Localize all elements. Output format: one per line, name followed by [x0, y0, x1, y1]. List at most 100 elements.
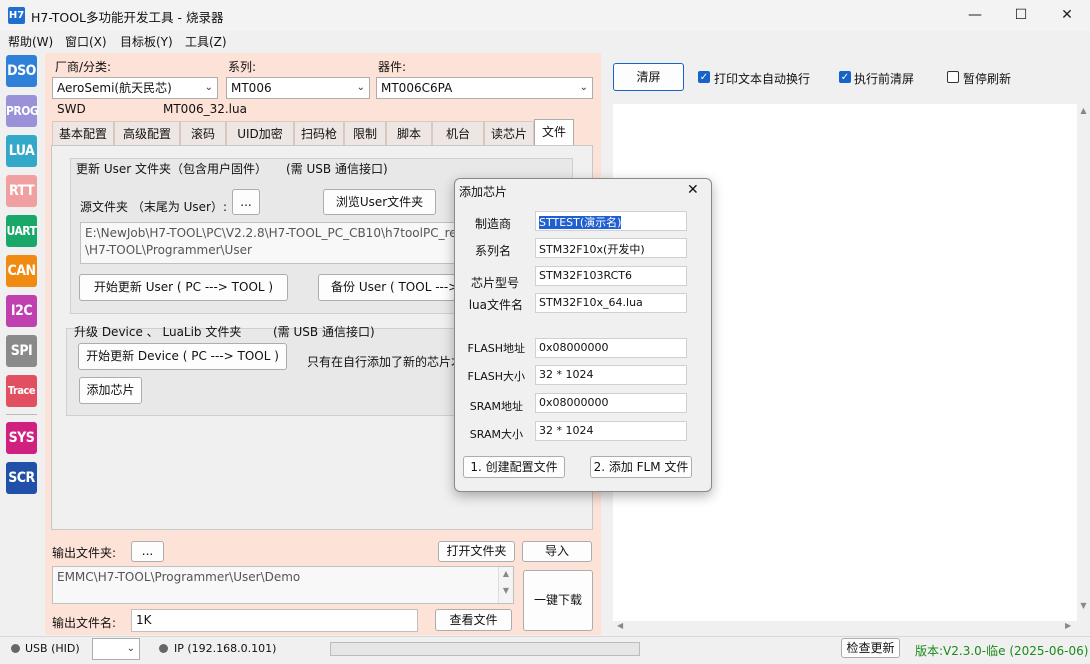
auto-wrap-label: 打印文本自动换行 [714, 72, 811, 86]
import-button[interactable]: 导入 [522, 541, 592, 562]
start-update-user-button[interactable]: 开始更新 User ( PC ---> TOOL ) [79, 274, 288, 301]
dialog-sram-address-label: SRAM地址 [469, 400, 523, 413]
dialog-flash-size-input[interactable]: 32 * 1024 [535, 365, 687, 385]
device-select-value: MT006C6PA [381, 81, 453, 95]
sidebar-dso-button[interactable]: DSO [6, 55, 37, 87]
update-user-group-title: 更新 User 文件夹（包含用户固件） [76, 162, 267, 176]
sidebar-divider [6, 414, 37, 415]
log-horizontal-scrollbar[interactable]: ◀ ▶ [613, 621, 1077, 633]
tab-read-chip[interactable]: 读芯片 [484, 121, 534, 145]
sidebar-scr-button[interactable]: SCR [6, 462, 37, 494]
chevron-down-icon: ⌄ [126, 643, 135, 654]
sidebar-sys-button[interactable]: SYS [6, 422, 37, 454]
tab-rolling-code[interactable]: 滚码 [180, 121, 226, 145]
add-chip-button[interactable]: 添加芯片 [79, 377, 142, 404]
output-folder-path-text: EMMC\H7-TOOL\Programmer\User\Demo [57, 570, 301, 584]
vendor-select[interactable]: AeroSemi(航天民芯) ⌄ [52, 77, 218, 99]
series-select-value: MT006 [231, 81, 272, 95]
device-label: 器件: [378, 60, 407, 74]
sidebar-spi-button[interactable]: SPI [6, 335, 37, 367]
auto-wrap-checkbox[interactable]: ✓ [698, 71, 710, 83]
usb-status-label: USB (HID) [25, 642, 80, 655]
sidebar-i2c-button[interactable]: I2C [6, 295, 37, 327]
series-select[interactable]: MT006 ⌄ [226, 77, 370, 99]
menu-tools[interactable]: 工具(Z) [185, 33, 227, 50]
dialog-sram-address-input[interactable]: 0x08000000 [535, 393, 687, 413]
dialog-vendor-label: 制造商 [474, 217, 511, 231]
dialog-vendor-input-text: STTEST(演示名) [539, 216, 622, 229]
sidebar-rtt-button[interactable]: RTT [6, 175, 37, 207]
chevron-down-icon: ⌄ [356, 82, 365, 93]
device-update-note: 只有在自行添加了新的芯片才 [307, 355, 455, 369]
source-folder-path[interactable]: E:\NewJob\H7-TOOL\PC\V2.2.8\H7-TOOL_PC_C… [80, 222, 460, 264]
pause-refresh-label: 暂停刷新 [963, 72, 1012, 86]
dialog-sram-size-input[interactable]: 32 * 1024 [535, 421, 687, 441]
scroll-up-icon[interactable]: ▲ [1077, 106, 1090, 115]
dialog-flash-address-label: FLASH地址 [467, 342, 526, 355]
ip-status-icon [159, 644, 168, 653]
dialog-sram-size-label: SRAM大小 [469, 428, 523, 441]
source-folder-dots-button[interactable]: ... [232, 189, 260, 215]
output-folder-dots-button[interactable]: ... [131, 541, 164, 562]
maximize-button[interactable]: ☐ [998, 0, 1044, 31]
add-chip-dialog: 添加芯片 ✕ 制造商 STTEST(演示名) 系列名 STM32F10x(开发中… [454, 178, 712, 492]
tab-files[interactable]: 文件 [534, 119, 574, 146]
dialog-lua-file-label: lua文件名 [468, 298, 523, 312]
tab-uid-encrypt[interactable]: UID加密 [226, 121, 294, 145]
backup-user-button[interactable]: 备份 User ( TOOL ---> [318, 274, 456, 301]
tab-limits[interactable]: 限制 [344, 121, 386, 145]
connection-select[interactable]: ⌄ [92, 638, 140, 660]
vendor-label: 厂商/分类: [55, 60, 112, 74]
pause-refresh-checkbox[interactable] [947, 71, 959, 83]
open-folder-button[interactable]: 打开文件夹 [438, 541, 515, 562]
dialog-close-icon[interactable]: ✕ [687, 182, 699, 198]
device-select[interactable]: MT006C6PA ⌄ [376, 77, 593, 99]
add-flm-file-button[interactable]: 2. 添加 FLM 文件 [590, 456, 692, 478]
dialog-chip-model-label: 芯片型号 [470, 276, 519, 290]
app-window: H7 H7-TOOL多功能开发工具 - 烧录器 — ☐ ✕ 帮助(W) 窗口(X… [0, 0, 1090, 664]
output-folder-path[interactable]: EMMC\H7-TOOL\Programmer\User\Demo [52, 566, 514, 604]
sidebar-uart-button[interactable]: UART [6, 215, 37, 247]
dialog-chip-model-input[interactable]: STM32F103RCT6 [535, 266, 687, 286]
upgrade-device-group-title: 升级 Device 、 LuaLib 文件夹 [74, 325, 242, 339]
tab-basic-config[interactable]: 基本配置 [52, 121, 114, 145]
tab-advanced-config[interactable]: 高级配置 [114, 121, 180, 145]
scroll-down-icon[interactable]: ▼ [1077, 601, 1090, 610]
scroll-right-icon[interactable]: ▶ [1065, 621, 1071, 630]
sidebar-can-button[interactable]: CAN [6, 255, 37, 287]
lua-file-label: MT006_32.lua [163, 102, 247, 116]
clear-screen-button[interactable]: 清屏 [613, 63, 684, 91]
dialog-vendor-input[interactable]: STTEST(演示名) [535, 211, 687, 231]
start-update-device-button[interactable]: 开始更新 Device ( PC ---> TOOL ) [78, 343, 287, 370]
vendor-select-value: AeroSemi(航天民芯) [57, 81, 172, 95]
minimize-button[interactable]: — [952, 0, 998, 31]
menu-target-board[interactable]: 目标板(Y) [120, 33, 173, 50]
view-file-button[interactable]: 查看文件 [435, 609, 512, 631]
dialog-flash-address-input[interactable]: 0x08000000 [535, 338, 687, 358]
tab-script[interactable]: 脚本 [386, 121, 432, 145]
create-config-file-button[interactable]: 1. 创建配置文件 [463, 456, 565, 478]
one-click-download-button[interactable]: 一键下载 [523, 570, 593, 631]
output-path-scrollbar[interactable]: ▲ ▼ [498, 567, 513, 603]
log-vertical-scrollbar[interactable]: ▲ ▼ [1077, 104, 1090, 621]
scroll-down-icon[interactable]: ▼ [499, 586, 513, 595]
dialog-lua-file-input[interactable]: STM32F10x_64.lua [535, 293, 687, 313]
close-window-button[interactable]: ✕ [1044, 0, 1090, 31]
clear-before-run-checkbox[interactable]: ✓ [839, 71, 851, 83]
interface-label: SWD [57, 102, 86, 116]
browse-user-folder-button[interactable]: 浏览User文件夹 [323, 189, 436, 215]
scroll-left-icon[interactable]: ◀ [617, 621, 623, 630]
menu-window[interactable]: 窗口(X) [65, 33, 107, 50]
check-update-button[interactable]: 检查更新 [841, 638, 900, 658]
output-filename-input[interactable]: 1K [131, 609, 418, 632]
sidebar-prog-button[interactable]: PROG [6, 95, 39, 127]
source-path-line-1: E:\NewJob\H7-TOOL\PC\V2.2.8\H7-TOOL_PC_C… [85, 226, 457, 240]
menu-help[interactable]: 帮助(W) [8, 33, 53, 50]
scroll-up-icon[interactable]: ▲ [499, 569, 513, 578]
title-bar: H7 H7-TOOL多功能开发工具 - 烧录器 — ☐ ✕ [0, 0, 1090, 31]
sidebar-trace-button[interactable]: Trace [6, 375, 37, 407]
tab-scanner[interactable]: 扫码枪 [294, 121, 344, 145]
sidebar-lua-button[interactable]: LUA [6, 135, 37, 167]
dialog-series-input[interactable]: STM32F10x(开发中) [535, 238, 687, 258]
tab-machine[interactable]: 机台 [432, 121, 484, 145]
